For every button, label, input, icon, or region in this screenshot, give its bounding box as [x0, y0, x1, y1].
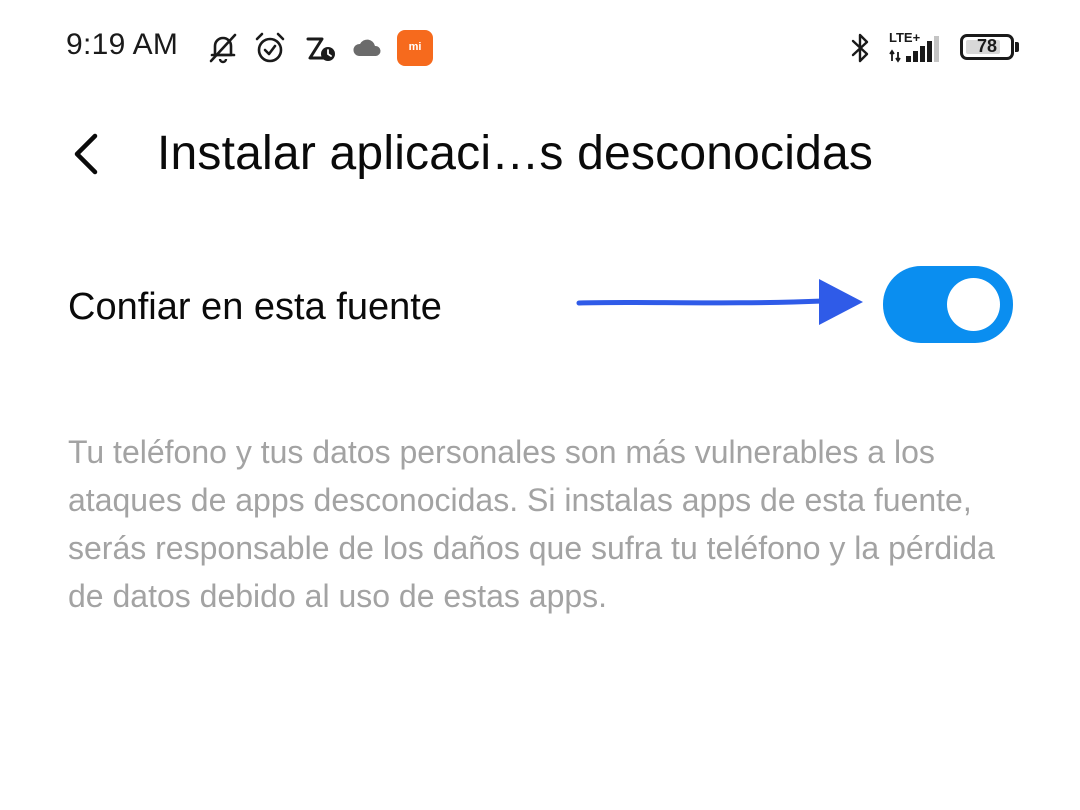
annotation-arrow-icon [576, 279, 863, 325]
battery-tip [1015, 42, 1019, 52]
page-title: Instalar aplicaci…s desconocidas [157, 127, 874, 180]
toggle-knob [947, 278, 1000, 331]
warning-description: Tu teléfono y tus datos personales son m… [68, 434, 995, 614]
trust-source-toggle[interactable] [883, 266, 1013, 343]
alarm-icon [255, 32, 285, 63]
chevron-left-icon [74, 133, 98, 175]
cloud-icon [353, 39, 381, 56]
status-time: 9:19 AM [66, 28, 179, 61]
bluetooth-icon [851, 33, 869, 63]
trust-source-label: Confiar en esta fuente [68, 286, 442, 328]
trust-source-row[interactable]: Confiar en esta fuente [0, 250, 1080, 360]
notifications-muted-icon [209, 33, 237, 64]
auto-timer-icon [306, 37, 335, 61]
mi-badge-label: mi [408, 41, 422, 53]
signal-icon [889, 36, 939, 63]
battery-icon: 78 [960, 34, 1019, 62]
mi-app-icon: mi [397, 30, 433, 66]
battery-level: 78 [976, 36, 998, 56]
status-bar: 9:19 AM mi LTE+ 78 [0, 0, 1080, 100]
back-button[interactable] [58, 124, 118, 184]
